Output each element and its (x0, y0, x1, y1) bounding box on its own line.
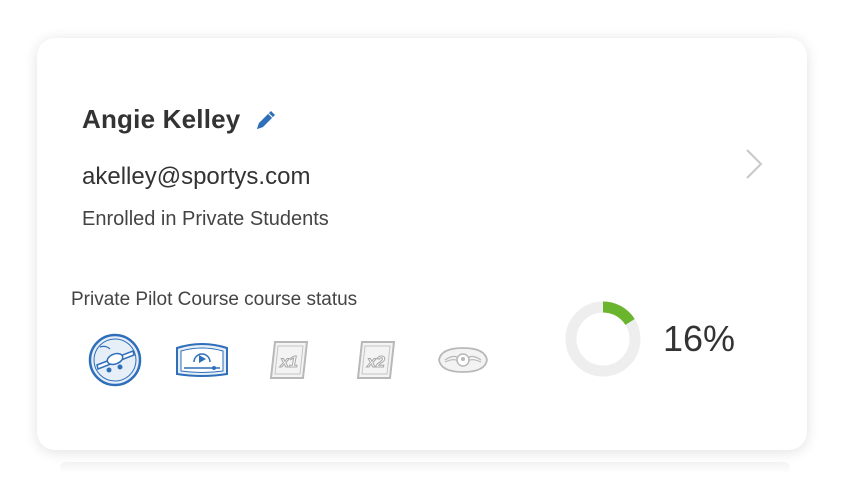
course-status-label: Private Pilot Course course status (71, 289, 358, 310)
x2-badge-icon[interactable]: x2 (348, 332, 404, 388)
svg-text:x1: x1 (279, 354, 298, 371)
student-name: Angie Kelley (82, 104, 241, 134)
wings-badge-icon[interactable] (435, 332, 491, 388)
pencil-edit-icon[interactable] (252, 106, 280, 134)
card-bottom-shadow (60, 462, 790, 474)
student-email: akelley@sportys.com (82, 163, 311, 190)
course-progress-ring (565, 301, 641, 377)
enrollment-text: Enrolled in Private Students (82, 208, 329, 230)
svg-text:x2: x2 (366, 354, 385, 371)
x1-badge-icon[interactable]: x1 (261, 332, 317, 388)
student-name-row: Angie Kelley (82, 104, 280, 135)
video-lesson-badge-icon[interactable] (174, 332, 230, 388)
course-badges: x1 x2 (87, 332, 522, 388)
chevron-right-icon[interactable] (741, 146, 765, 182)
progress-percentage: 16% (663, 318, 736, 359)
student-card[interactable]: Angie Kelley akelley@sportys.com Enrolle… (37, 38, 807, 450)
airplane-badge-icon[interactable] (87, 332, 143, 388)
